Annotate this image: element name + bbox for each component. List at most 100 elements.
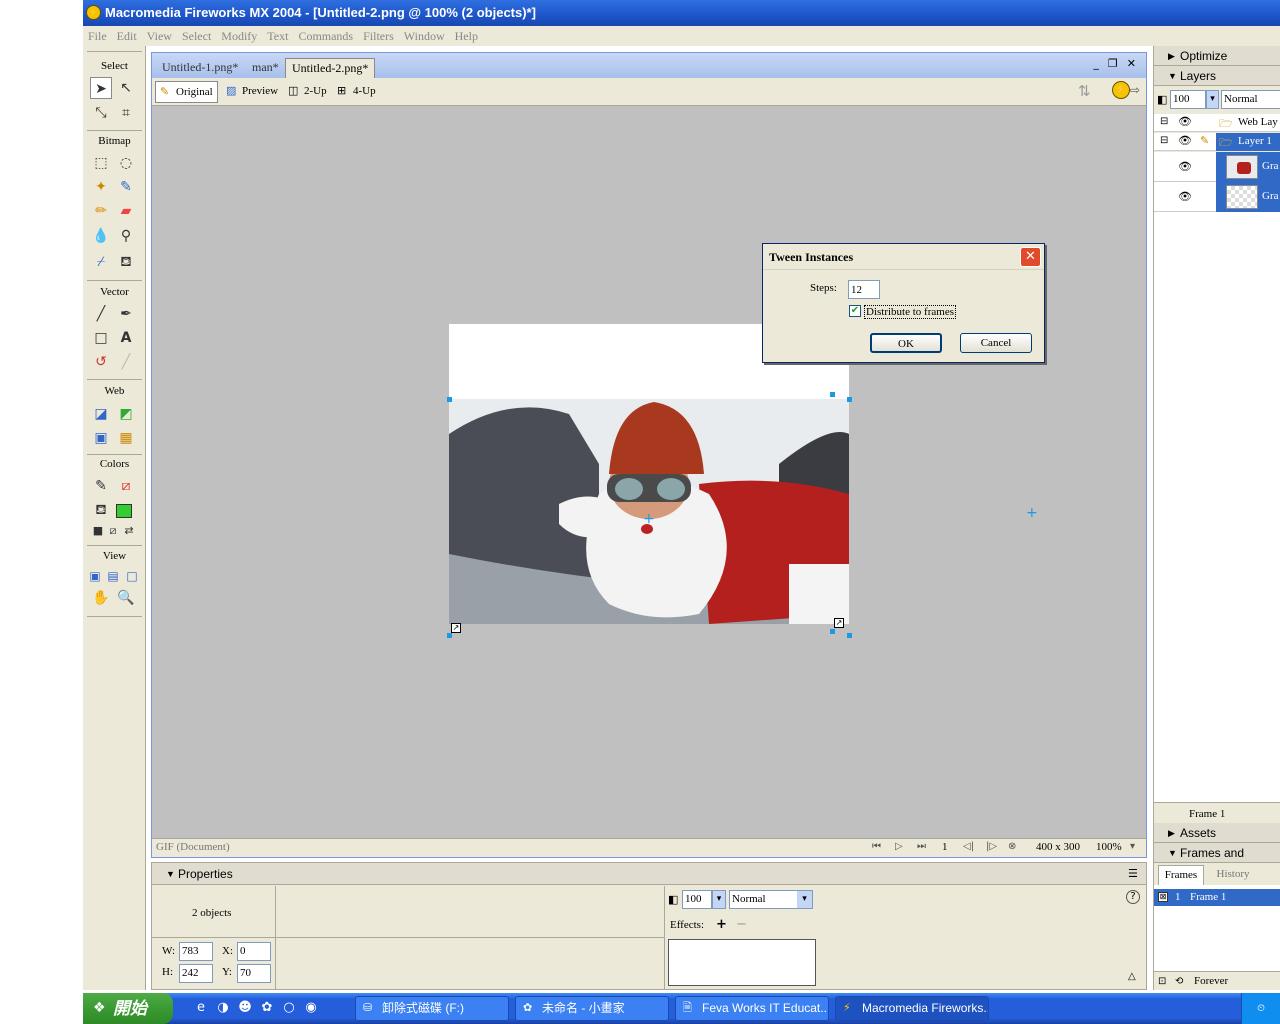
frames-history-panel-header[interactable]: ▼Frames and History: [1154, 843, 1280, 880]
pen-tool-icon[interactable]: ✒: [115, 303, 137, 325]
swap-colors-icon[interactable]: ⇄: [118, 520, 140, 542]
first-frame-icon[interactable]: ⏮: [872, 841, 881, 852]
menu-edit[interactable]: Edit: [112, 26, 142, 46]
pencil-tool-icon[interactable]: ✏: [90, 200, 112, 222]
quicklaunch-app-icon[interactable]: ☻: [237, 1000, 253, 1016]
taskbar-button-feva[interactable]: 🗎 Feva Works IT Educat...: [675, 996, 829, 1021]
onion-skin-icon[interactable]: ⊡: [1158, 972, 1166, 991]
width-field[interactable]: 783: [179, 942, 213, 961]
zoom-dropdown-icon[interactable]: ▾: [1130, 841, 1135, 852]
view-preview-button[interactable]: ▨ Preview: [222, 81, 282, 103]
santa-image[interactable]: [449, 324, 849, 624]
menu-modify[interactable]: Modify: [216, 26, 262, 46]
layer-opacity-dropdown-icon[interactable]: ▾: [1206, 90, 1219, 109]
stroke-color-icon[interactable]: ✎: [90, 475, 112, 497]
document-canvas[interactable]: [449, 324, 849, 624]
dialog-close-icon[interactable]: ✕: [1020, 247, 1041, 267]
assets-panel-header[interactable]: ▶ Assets: [1154, 823, 1280, 843]
properties-header[interactable]: ▼ Properties: [152, 863, 1146, 885]
blur-tool-icon[interactable]: 💧: [90, 225, 112, 247]
layer-blend-select[interactable]: Normal: [1221, 90, 1280, 109]
pointer-tool-icon[interactable]: ➤: [90, 77, 112, 99]
rubber-stamp-tool-icon[interactable]: ⚲: [115, 225, 137, 247]
tab-history[interactable]: History: [1208, 865, 1258, 885]
crop-tool-icon[interactable]: ⌗: [115, 102, 137, 124]
menu-view[interactable]: View: [142, 26, 177, 46]
distribute-checkbox[interactable]: ✔: [849, 305, 861, 317]
slice-tool-icon[interactable]: ◩: [115, 403, 137, 425]
height-field[interactable]: 242: [179, 964, 213, 983]
layer-row-web[interactable]: ⊟ 👁 🗁 Web Lay: [1154, 114, 1280, 132]
hide-slices-icon[interactable]: ▣: [90, 427, 112, 449]
full-screen-icon[interactable]: □: [121, 565, 143, 587]
eye-icon[interactable]: 👁: [1178, 160, 1192, 173]
scale-tool-icon[interactable]: ⤡: [90, 102, 112, 124]
taskbar-button-drive[interactable]: ⛁ 卸除式磁碟 (F:): [355, 996, 509, 1021]
opacity-dropdown-icon[interactable]: ▾: [712, 890, 726, 909]
knife-tool-icon[interactable]: ╱: [115, 351, 137, 373]
taskbar-button-paint[interactable]: ✿ 未命名 - 小畫家: [515, 996, 669, 1021]
menu-commands[interactable]: Commands: [293, 26, 358, 46]
ok-button[interactable]: OK: [870, 333, 942, 353]
selection-handle[interactable]: [447, 397, 452, 402]
tab-untitled-2[interactable]: Untitled-2.png*: [285, 58, 376, 78]
optimize-panel-header[interactable]: ▶ Optimize: [1154, 46, 1280, 66]
brush-tool-icon[interactable]: ✎: [115, 176, 137, 198]
fireworks-export-icon[interactable]: ⚡: [1112, 81, 1130, 99]
collapse-up-icon[interactable]: △: [1128, 971, 1136, 982]
tab-man[interactable]: man*: [246, 58, 285, 78]
tab-untitled-1[interactable]: Untitled-1.png*: [156, 58, 244, 78]
zoom-level[interactable]: 100%: [1096, 841, 1122, 853]
eyedropper-tool-icon[interactable]: ⌿: [90, 251, 112, 273]
steps-input[interactable]: [848, 280, 880, 299]
freeform-tool-icon[interactable]: ↺: [90, 351, 112, 373]
view-4up-button[interactable]: ⊞ 4-Up: [333, 81, 380, 103]
view-2up-button[interactable]: ◫ 2-Up: [284, 81, 331, 103]
subselection-tool-icon[interactable]: ↖: [115, 77, 137, 99]
loop-value[interactable]: Forever: [1194, 972, 1228, 991]
eye-icon[interactable]: 👁: [1178, 190, 1192, 203]
selection-handle[interactable]: [830, 629, 835, 634]
explorer-icon[interactable]: ◉: [303, 1000, 319, 1016]
next-frame-icon[interactable]: |▷: [986, 841, 997, 852]
opacity-field[interactable]: 100: [682, 890, 712, 909]
restore-icon[interactable]: ❐: [1108, 57, 1118, 70]
menu-window[interactable]: Window: [399, 26, 450, 46]
object-row-1[interactable]: 👁 Gra: [1154, 152, 1280, 182]
tab-frames[interactable]: Frames: [1158, 865, 1204, 885]
blend-mode-select[interactable]: Normal ▾: [729, 890, 813, 909]
selection-handle[interactable]: [847, 397, 852, 402]
prev-frame-icon[interactable]: ◁|: [963, 841, 974, 852]
eye-icon[interactable]: 👁: [1178, 134, 1192, 147]
menu-help[interactable]: Help: [450, 26, 483, 46]
y-field[interactable]: 70: [237, 964, 271, 983]
effects-list[interactable]: [668, 939, 816, 986]
selection-handle[interactable]: [447, 633, 452, 638]
paint-bucket-tool-icon[interactable]: ⛾: [115, 251, 137, 273]
rectangle-tool-icon[interactable]: □: [90, 327, 112, 349]
view-original-button[interactable]: ✎ Original: [155, 81, 218, 103]
stop-icon[interactable]: ⊗: [1008, 841, 1016, 852]
play-icon[interactable]: ▷: [895, 841, 903, 852]
frame-row[interactable]: ⊠ 1 Frame 1: [1154, 889, 1280, 906]
eye-icon[interactable]: 👁: [1178, 115, 1192, 128]
last-frame-icon[interactable]: ⏭: [917, 841, 926, 852]
paint-icon[interactable]: ✿: [259, 1000, 275, 1016]
search-icon[interactable]: ○: [281, 1000, 297, 1016]
line-tool-icon[interactable]: ╱: [90, 303, 112, 325]
distribute-label[interactable]: Distribute to frames: [864, 305, 956, 319]
loop-icon[interactable]: ⟲: [1175, 972, 1183, 991]
show-slices-icon[interactable]: ▦: [115, 427, 137, 449]
fill-color-swatch[interactable]: [116, 504, 132, 518]
fill-bucket-icon[interactable]: ⛾: [90, 499, 112, 521]
media-icon[interactable]: ◑: [215, 1000, 231, 1016]
menu-text[interactable]: Text: [262, 26, 293, 46]
marquee-tool-icon[interactable]: ⬚: [90, 152, 112, 174]
options-menu-icon[interactable]: ☰: [1128, 867, 1138, 880]
hand-tool-icon[interactable]: ✋: [90, 587, 112, 609]
minimize-icon[interactable]: _: [1093, 57, 1099, 70]
selection-handle[interactable]: [847, 633, 852, 638]
remove-effect-icon[interactable]: −: [736, 917, 747, 932]
layer-opacity-field[interactable]: 100: [1170, 90, 1206, 109]
add-effect-icon[interactable]: +: [716, 917, 727, 932]
